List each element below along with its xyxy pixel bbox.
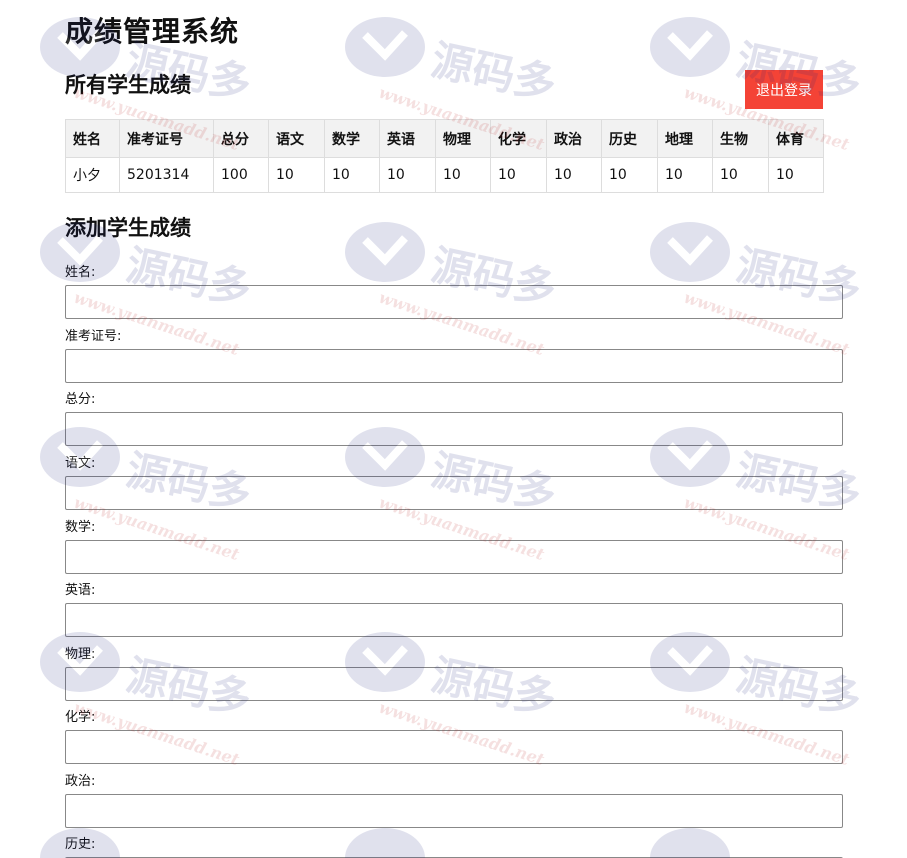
cell-geography: 10 <box>657 157 713 193</box>
cell-exam-id: 5201314 <box>119 157 214 193</box>
column-header-math: 数学 <box>324 119 380 158</box>
label-english: 英语: <box>65 583 96 598</box>
watermark-brand: 源码多 <box>427 35 560 109</box>
label-chinese: 语文: <box>65 456 96 471</box>
form-group-exam-id: 准考证号: <box>65 329 843 383</box>
cell-chemistry: 10 <box>490 157 547 193</box>
cell-chinese: 10 <box>268 157 325 193</box>
label-chemistry: 化学: <box>65 710 96 725</box>
logout-button[interactable]: 退出登录 <box>745 70 823 109</box>
cell-english: 10 <box>379 157 436 193</box>
add-scores-heading: 添加学生成绩 <box>65 216 191 240</box>
exam-id-input[interactable] <box>65 349 843 383</box>
column-header-biology: 生物 <box>712 119 769 158</box>
column-header-politics: 政治 <box>546 119 602 158</box>
form-group-chemistry: 化学: <box>65 710 843 764</box>
cell-politics: 10 <box>546 157 602 193</box>
form-group-chinese: 语文: <box>65 456 843 510</box>
label-math: 数学: <box>65 520 96 535</box>
form-group-name: 姓名: <box>65 265 843 319</box>
chemistry-input[interactable] <box>65 730 843 764</box>
politics-input[interactable] <box>65 794 843 828</box>
form-group-total: 总分: <box>65 392 843 446</box>
table-row: 小夕 5201314 100 10 10 10 10 10 10 10 10 1… <box>65 157 824 193</box>
app-title: 成绩管理系统 <box>65 15 240 48</box>
form-group-math: 数学: <box>65 520 843 574</box>
english-input[interactable] <box>65 603 843 637</box>
column-header-geography: 地理 <box>657 119 713 158</box>
column-header-chinese: 语文 <box>268 119 325 158</box>
cell-math: 10 <box>324 157 380 193</box>
cell-history: 10 <box>601 157 658 193</box>
column-header-pe: 体育 <box>768 119 824 158</box>
column-header-exam-id: 准考证号 <box>119 119 214 158</box>
name-input[interactable] <box>65 285 843 319</box>
form-group-politics: 政治: <box>65 774 843 828</box>
table-header-row: 姓名 准考证号 总分 语文 数学 英语 物理 化学 政治 历史 地理 生物 体育 <box>65 119 824 158</box>
label-history: 历史: <box>65 837 96 852</box>
form-group-history: 历史: <box>65 837 843 858</box>
column-header-english: 英语 <box>379 119 436 158</box>
column-header-history: 历史 <box>601 119 658 158</box>
cell-pe: 10 <box>768 157 824 193</box>
cell-total: 100 <box>213 157 269 193</box>
label-name: 姓名: <box>65 265 96 280</box>
physics-input[interactable] <box>65 667 843 701</box>
chinese-input[interactable] <box>65 476 843 510</box>
column-header-total: 总分 <box>213 119 269 158</box>
scores-table: 姓名 准考证号 总分 语文 数学 英语 物理 化学 政治 历史 地理 生物 体育 <box>65 119 824 193</box>
cell-name: 小夕 <box>65 157 120 193</box>
label-politics: 政治: <box>65 774 96 789</box>
label-exam-id: 准考证号: <box>65 329 122 344</box>
column-header-name: 姓名 <box>65 119 120 158</box>
form-group-physics: 物理: <box>65 647 843 701</box>
form-group-english: 英语: <box>65 583 843 637</box>
column-header-physics: 物理 <box>435 119 491 158</box>
scores-heading: 所有学生成绩 <box>65 73 191 97</box>
math-input[interactable] <box>65 540 843 574</box>
total-input[interactable] <box>65 412 843 446</box>
label-total: 总分: <box>65 392 96 407</box>
page: 成绩管理系统 所有学生成绩 退出登录 姓名 准考证号 总分 语文 数学 英语 物… <box>0 0 907 858</box>
label-physics: 物理: <box>65 647 96 662</box>
cell-physics: 10 <box>435 157 491 193</box>
cell-biology: 10 <box>712 157 769 193</box>
column-header-chemistry: 化学 <box>490 119 547 158</box>
